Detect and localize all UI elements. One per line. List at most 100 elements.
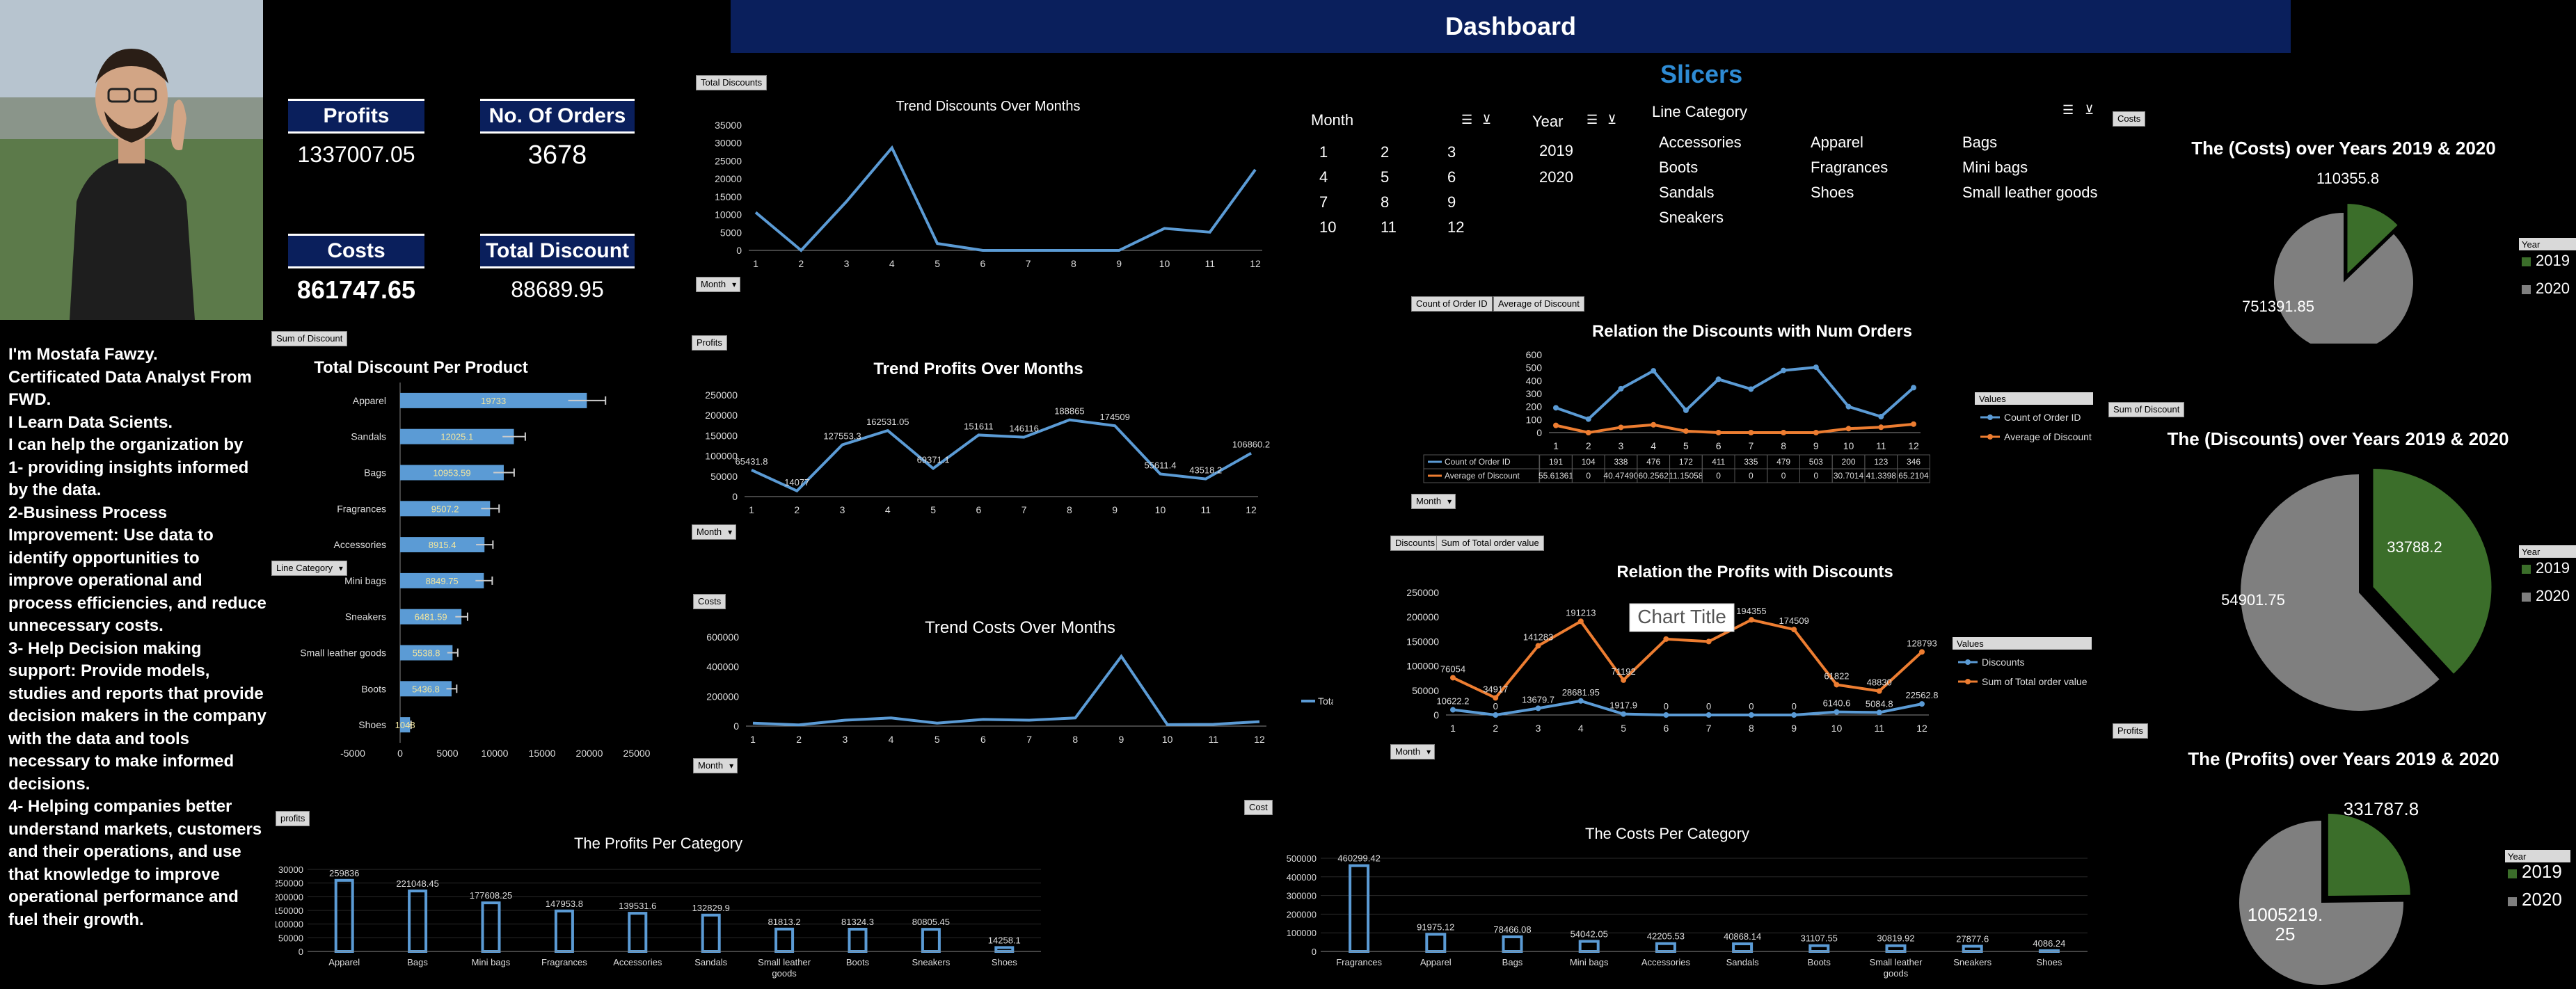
sum-of-discount-field-button[interactable]: Sum of Discount <box>271 331 348 346</box>
data-point <box>1577 698 1584 704</box>
x-tick-label: 10 <box>1831 723 1843 734</box>
table-cell-value: 65.2104 <box>1898 471 1929 481</box>
x-tick-label: 3 <box>844 258 850 269</box>
bar <box>1655 942 1676 954</box>
data-point <box>1878 414 1884 420</box>
y-tick-label: 200000 <box>706 691 739 702</box>
slicer-month-2[interactable]: 2 <box>1381 143 1389 161</box>
table-row-header: Count of Order ID <box>1445 457 1511 467</box>
orders-kpi: No. Of Orders 3678 <box>480 99 635 170</box>
y-tick-label: 0 <box>733 721 739 732</box>
data-label: 19733 <box>481 396 506 406</box>
clear-filter-icon[interactable]: ⊻ <box>1482 113 1491 127</box>
slicer-year-2019[interactable]: 2019 <box>1539 142 1573 160</box>
month-filter-button-4[interactable]: Month <box>1411 494 1456 509</box>
month-filter-button-1[interactable]: Month <box>696 277 741 292</box>
slicer-month-4[interactable]: 4 <box>1319 168 1328 186</box>
y-tick-label: 150000 <box>1406 636 1439 647</box>
slicer-month-8[interactable]: 8 <box>1381 193 1389 211</box>
multiselect-icon[interactable]: ☰ <box>1461 113 1472 127</box>
slicer-category-bags[interactable]: Bags <box>1962 134 1997 152</box>
x-tick-label: 10000 <box>482 748 509 759</box>
table-cell-value: 11.15058 <box>1669 471 1703 481</box>
data-label: 106860.2 <box>1232 440 1270 450</box>
data-label: 30819.92 <box>1877 933 1914 944</box>
costs-pie-field-button[interactable]: Costs <box>2113 111 2146 127</box>
bar <box>334 878 354 953</box>
slicer-category-sneakers[interactable]: Sneakers <box>1659 209 1724 227</box>
discounts-field-button[interactable]: Discounts <box>1390 536 1440 551</box>
slicer-category-fragrances[interactable]: Fragrances <box>1811 159 1888 177</box>
average-of-discount-field-button[interactable]: Average of Discount <box>1493 296 1584 312</box>
data-point <box>1585 416 1591 422</box>
legend-marker <box>1965 679 1971 684</box>
slicer-category-sandals[interactable]: Sandals <box>1659 184 1715 202</box>
total-discounts-field-button[interactable]: Total Discounts <box>696 75 768 90</box>
profits-category-field-button[interactable]: profits <box>276 811 310 826</box>
slicer-month-12[interactable]: 12 <box>1447 218 1464 236</box>
slicer-month-9[interactable]: 9 <box>1447 193 1456 211</box>
series-line <box>1555 422 1914 435</box>
category-label: Fragrances <box>337 503 386 514</box>
slicer-category-accessories[interactable]: Accessories <box>1659 134 1742 152</box>
slicer-month-3[interactable]: 3 <box>1447 143 1456 161</box>
sum-of-total-order-value-field-button[interactable]: Sum of Total order value <box>1436 536 1544 551</box>
legend-title: Values <box>1979 394 2006 404</box>
slicer-category-boots[interactable]: Boots <box>1659 159 1698 177</box>
month-filter-button-2[interactable]: Month <box>692 524 737 540</box>
year-slicer[interactable]: Year ☰ ⊻ 2019 2020 <box>1529 111 1634 195</box>
clear-filter-icon[interactable]: ⊻ <box>1607 113 1616 127</box>
x-tick-label: 9 <box>1813 440 1819 451</box>
table-cell-value: 0 <box>1813 471 1818 481</box>
x-tick-label: Shoes <box>992 957 1017 967</box>
profits-pie-field-button[interactable]: Profits <box>2113 723 2148 739</box>
clear-filter-icon[interactable]: ⊻ <box>2085 103 2094 118</box>
slicer-month-1[interactable]: 1 <box>1319 143 1328 161</box>
month-slicer[interactable]: Month ☰ ⊻ 1 2 3 4 5 6 7 8 9 10 11 12 <box>1308 111 1491 250</box>
data-point <box>1919 649 1925 655</box>
data-point <box>1781 430 1787 435</box>
slicer-category-apparel[interactable]: Apparel <box>1811 134 1863 152</box>
slicer-month-11[interactable]: 11 <box>1381 218 1397 236</box>
slicer-month-5[interactable]: 5 <box>1381 168 1389 186</box>
total-discount-kpi-value: 88689.95 <box>511 277 604 302</box>
cost-category-field-button[interactable]: Cost <box>1244 800 1273 815</box>
data-point <box>1450 707 1456 713</box>
slicer-month-6[interactable]: 6 <box>1447 168 1456 186</box>
table-cell-value: 0 <box>1716 471 1721 481</box>
data-point <box>1876 709 1882 716</box>
legend-label: 2020 <box>2536 280 2570 297</box>
legend-marker <box>1965 659 1971 665</box>
legend-swatch <box>2522 285 2531 294</box>
multiselect-icon[interactable]: ☰ <box>1587 113 1598 127</box>
costs-field-button[interactable]: Costs <box>693 594 726 609</box>
x-tick-label: 7 <box>1748 440 1754 451</box>
multiselect-icon[interactable]: ☰ <box>2062 103 2074 118</box>
x-tick-label: goods <box>772 968 797 979</box>
data-label: 174509 <box>1779 616 1808 626</box>
data-label: 1005219. <box>2248 904 2323 925</box>
slicer-category-mini-bags[interactable]: Mini bags <box>1962 159 2028 177</box>
slicer-year-2020[interactable]: 2020 <box>1539 168 1573 186</box>
legend-swatch <box>2522 593 2531 602</box>
discount-pie-field-button[interactable]: Sum of Discount <box>2108 402 2185 417</box>
line-category-slicer[interactable]: Line Category ☰ ⊻ Accessories Apparel Ba… <box>1649 100 2108 232</box>
count-of-order-id-field-button[interactable]: Count of Order ID <box>1411 296 1493 312</box>
table-cell-value: 41.3398 <box>1866 471 1897 481</box>
month-filter-button-3[interactable]: Month <box>693 758 738 773</box>
slicer-category-small-leather-goods[interactable]: Small leather goods <box>1962 184 2097 202</box>
dashboard-title-bar: Dashboard <box>731 0 2291 53</box>
y-tick-label: 400 <box>1526 375 1543 386</box>
data-label: 22562.8 <box>1906 690 1939 700</box>
x-tick-label: 8 <box>1067 504 1072 515</box>
slicer-month-10[interactable]: 10 <box>1319 218 1336 236</box>
data-point <box>1553 422 1559 428</box>
y-tick-label: 15000 <box>715 191 742 202</box>
month-filter-button-5[interactable]: Month <box>1390 744 1436 759</box>
slicer-category-shoes[interactable]: Shoes <box>1811 184 1854 202</box>
data-point <box>1621 711 1627 717</box>
table-cell-value: 60.2562 <box>1638 471 1669 481</box>
profits-field-button[interactable]: Profits <box>692 335 727 351</box>
slicer-month-7[interactable]: 7 <box>1319 193 1328 211</box>
chart-title: Total Discount Per Product <box>314 358 528 377</box>
